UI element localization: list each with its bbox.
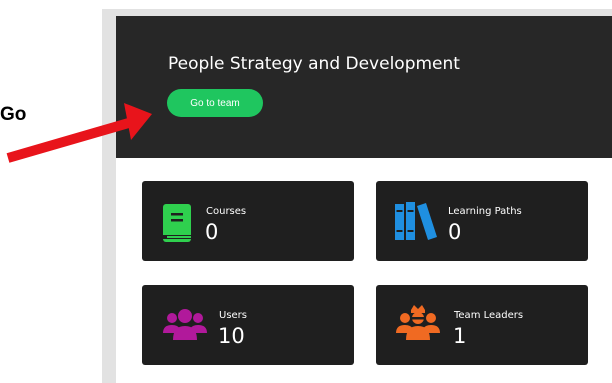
team-leaders-card[interactable]: Team Leaders 1 [376,285,588,365]
courses-count: 0 [205,220,219,244]
screenshot-stage: People Strategy and Development Go to te… [0,0,612,383]
users-count: 10 [218,324,245,348]
callout-go-text: Go [0,104,27,125]
team-title: People Strategy and Development [168,54,460,74]
team-leaders-icon [396,305,440,340]
learning-paths-count: 0 [448,220,462,244]
team-leaders-label: Team Leaders [454,310,524,321]
book-icon [163,204,191,242]
go-to-team-button[interactable]: Go to team [167,89,263,117]
learning-paths-label: Learning Paths [448,206,522,217]
users-label: Users [219,310,248,321]
books-library-icon [395,202,437,240]
users-group-icon [163,309,207,340]
team-leaders-count: 1 [453,324,467,348]
users-card[interactable]: Users 10 [142,285,354,365]
courses-label: Courses [206,206,247,217]
learning-paths-card[interactable]: Learning Paths 0 [376,181,588,261]
team-header: People Strategy and Development Go to te… [116,16,612,158]
courses-card[interactable]: Courses 0 [142,181,354,261]
